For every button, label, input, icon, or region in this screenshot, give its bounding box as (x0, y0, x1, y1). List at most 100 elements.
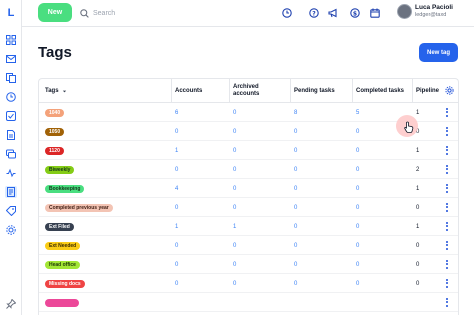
check-icon[interactable] (5, 110, 17, 122)
clock-icon[interactable] (5, 91, 17, 103)
pending-count[interactable]: 0 (294, 255, 297, 274)
completed-count[interactable]: 0 (356, 236, 359, 255)
header-completed-tasks[interactable]: Completed tasks (356, 79, 404, 103)
archived-count[interactable]: 0 (233, 160, 236, 179)
accounts-count[interactable]: 0 (175, 198, 178, 217)
app-logo[interactable]: L (5, 6, 17, 20)
row-actions-icon[interactable] (444, 145, 450, 156)
billing-icon[interactable]: $ (349, 7, 360, 18)
accounts-count[interactable]: 0 (175, 236, 178, 255)
completed-count[interactable]: 0 (356, 122, 359, 141)
pending-count[interactable]: 0 (294, 160, 297, 179)
table-row[interactable]: Bookkeeping 4 0 0 0 1 (39, 179, 458, 198)
tag-badge[interactable]: Bookkeeping (45, 184, 85, 193)
pending-count[interactable]: 8 (294, 103, 297, 122)
table-row[interactable] (39, 293, 458, 312)
grid-icon[interactable] (5, 34, 17, 46)
pending-count[interactable]: 0 (294, 122, 297, 141)
accounts-count[interactable]: 0 (175, 160, 178, 179)
new-tag-button[interactable]: New tag (419, 43, 458, 62)
table-row[interactable]: 1120 1 0 0 0 1 (39, 141, 458, 160)
search-placeholder[interactable]: Search (93, 10, 115, 17)
header-accounts[interactable]: Accounts (175, 79, 202, 103)
inbox-icon[interactable] (5, 53, 17, 65)
archived-count[interactable]: 0 (233, 141, 236, 160)
accounts-count[interactable]: 1 (175, 141, 178, 160)
row-actions-icon[interactable] (444, 107, 450, 118)
completed-count[interactable]: 0 (356, 255, 359, 274)
pending-count[interactable]: 0 (294, 141, 297, 160)
tag-badge[interactable]: Missing docs (45, 279, 85, 288)
row-actions-icon[interactable] (444, 164, 450, 175)
header-pipeline[interactable]: Pipeline (416, 79, 439, 103)
pending-count[interactable]: 0 (294, 179, 297, 198)
tag-badge[interactable]: 1050 (45, 127, 65, 136)
pending-count[interactable]: 0 (294, 236, 297, 255)
history-icon[interactable] (281, 7, 292, 18)
accounts-count[interactable]: 0 (175, 255, 178, 274)
search-box[interactable]: Search (80, 6, 115, 20)
archived-count[interactable]: 0 (233, 179, 236, 198)
completed-count[interactable]: 0 (356, 217, 359, 236)
accounts-count[interactable]: 4 (175, 179, 178, 198)
table-row[interactable]: Completed previous year 0 0 0 0 0 (39, 198, 458, 217)
table-row[interactable]: Ext Needed 0 0 0 0 0 (39, 236, 458, 255)
settings-icon[interactable] (5, 224, 17, 236)
archived-count[interactable]: 0 (233, 122, 236, 141)
accounts-count[interactable]: 0 (175, 122, 178, 141)
receipt-icon[interactable] (5, 186, 17, 198)
table-row[interactable]: Biweekly 0 0 0 0 2 (39, 160, 458, 179)
completed-count[interactable]: 0 (356, 274, 359, 293)
accounts-count[interactable]: 0 (175, 274, 178, 293)
column-settings-icon[interactable] (445, 86, 454, 95)
documents-icon[interactable] (5, 72, 17, 84)
row-actions-icon[interactable] (444, 259, 450, 270)
table-row[interactable]: Head office 0 0 0 0 0 (39, 255, 458, 274)
archived-count[interactable]: 0 (233, 274, 236, 293)
header-archived-accounts[interactable]: Archived accounts (233, 79, 273, 103)
chat-icon[interactable] (5, 148, 17, 160)
completed-count[interactable]: 0 (356, 160, 359, 179)
sort-icon[interactable] (62, 89, 67, 94)
row-actions-icon[interactable] (444, 221, 450, 232)
completed-count[interactable]: 5 (356, 103, 359, 122)
user-name[interactable]: Luca Pacioli (415, 4, 453, 11)
tag-icon[interactable] (5, 205, 17, 217)
new-button[interactable]: New (38, 3, 72, 22)
archived-count[interactable]: 0 (233, 198, 236, 217)
accounts-count[interactable]: 6 (175, 103, 178, 122)
row-actions-icon[interactable] (444, 240, 450, 251)
tag-badge[interactable]: Biweekly (45, 165, 75, 174)
completed-count[interactable]: 0 (356, 141, 359, 160)
file-icon[interactable] (5, 129, 17, 141)
help-icon[interactable]: ? (308, 7, 319, 18)
table-row[interactable]: Ext Filed 1 1 0 0 1 (39, 217, 458, 236)
pending-count[interactable]: 0 (294, 274, 297, 293)
tag-badge[interactable]: Completed previous year (45, 203, 113, 212)
tag-badge[interactable]: 1120 (45, 146, 64, 155)
pending-count[interactable]: 0 (294, 198, 297, 217)
row-actions-icon[interactable] (444, 202, 450, 213)
header-tags[interactable]: Tags (45, 79, 67, 103)
header-pending-tasks[interactable]: Pending tasks (294, 79, 335, 103)
row-actions-icon[interactable] (444, 278, 450, 289)
tag-badge[interactable]: Head office (45, 260, 80, 269)
user-email[interactable]: ledger@taxd (415, 12, 446, 18)
row-actions-icon[interactable] (444, 297, 450, 308)
megaphone-icon[interactable] (327, 7, 338, 18)
completed-count[interactable]: 0 (356, 198, 359, 217)
archived-count[interactable]: 1 (233, 217, 236, 236)
tag-badge[interactable] (45, 298, 79, 307)
activity-icon[interactable] (5, 167, 17, 179)
row-actions-icon[interactable] (444, 126, 450, 137)
archived-count[interactable]: 0 (233, 255, 236, 274)
accounts-count[interactable]: 1 (175, 217, 178, 236)
avatar[interactable] (397, 4, 412, 19)
archived-count[interactable]: 0 (233, 236, 236, 255)
tag-badge[interactable]: Ext Filed (45, 222, 74, 231)
tag-badge[interactable]: 1040 (45, 108, 65, 117)
table-row[interactable]: 1040 6 0 8 5 1 (39, 103, 458, 122)
tag-badge[interactable]: Ext Needed (45, 241, 81, 250)
archived-count[interactable]: 0 (233, 103, 236, 122)
completed-count[interactable]: 0 (356, 179, 359, 198)
